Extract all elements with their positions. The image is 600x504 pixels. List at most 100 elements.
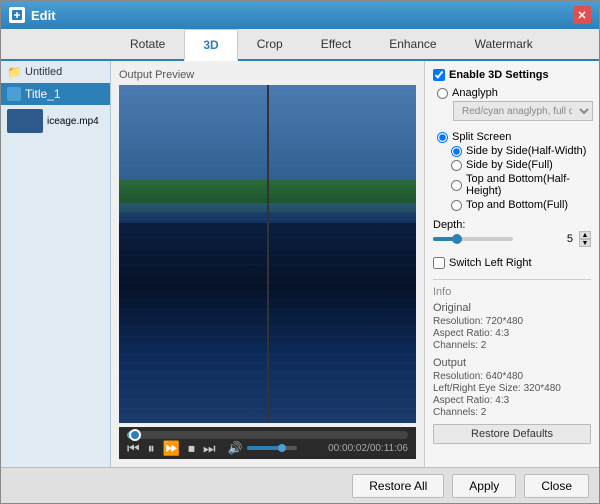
video-split [119, 85, 416, 423]
depth-slider-container [433, 231, 563, 247]
volume-icon[interactable]: 🔊 [228, 442, 243, 454]
original-label: Original [433, 302, 591, 314]
folder-icon: 📁 [7, 65, 21, 79]
info-section: Info Original Resolution: 720*480 Aspect… [433, 279, 591, 444]
restore-all-button[interactable]: Restore All [352, 474, 444, 498]
depth-label-text: Depth: [433, 219, 591, 231]
split-screen-section: Split Screen Side by Side(Half-Width) Si… [437, 131, 591, 213]
window-title: Edit [31, 8, 56, 23]
split-screen-label[interactable]: Split Screen [452, 131, 511, 143]
top-bottom-full-label[interactable]: Top and Bottom(Full) [466, 199, 568, 211]
depth-value: 5 [567, 233, 573, 245]
anaglyph-label[interactable]: Anaglyph [452, 87, 498, 99]
video-right-panel [269, 85, 417, 423]
sidebar-item-title1[interactable]: Title_1 [1, 83, 110, 105]
tabs-bar: Rotate 3D Crop Effect Enhance Watermark [1, 29, 599, 61]
tab-effect[interactable]: Effect [302, 29, 370, 59]
land-left [119, 180, 267, 214]
video-preview [119, 85, 416, 423]
volume-bar[interactable] [247, 446, 297, 450]
tab-rotate[interactable]: Rotate [111, 29, 184, 59]
depth-up-button[interactable]: ▲ [579, 231, 591, 239]
depth-section: Depth: 5 ▲ ▼ [433, 219, 591, 251]
apply-button[interactable]: Apply [452, 474, 516, 498]
depth-down-button[interactable]: ▼ [579, 239, 591, 247]
depth-row: 5 ▲ ▼ [433, 231, 591, 247]
volume-thumb [278, 444, 286, 452]
top-bottom-half-label[interactable]: Top and Bottom(Half-Height) [466, 173, 591, 197]
fast-forward-button[interactable]: ⏩ [163, 441, 180, 455]
horizon-left [119, 203, 267, 223]
progress-thumb [129, 429, 141, 441]
volume-fill [247, 446, 282, 450]
top-bottom-half-row: Top and Bottom(Half-Height) [451, 173, 591, 197]
sky-right [269, 85, 417, 203]
tab-watermark[interactable]: Watermark [456, 29, 552, 59]
output-resolution: Resolution: 640*480 [433, 371, 591, 382]
depth-thumb [452, 234, 462, 244]
ocean-background-left [119, 85, 267, 423]
stop-button[interactable]: ⏹ [188, 441, 195, 455]
close-window-button[interactable]: ✕ [573, 6, 591, 24]
anaglyph-radio[interactable] [437, 88, 448, 99]
tab-3d[interactable]: 3D [184, 29, 237, 61]
top-bottom-full-radio[interactable] [451, 200, 462, 211]
original-info-group: Original Resolution: 720*480 Aspect Rati… [433, 302, 591, 351]
side-by-side-full-radio[interactable] [451, 160, 462, 171]
preview-label: Output Preview [119, 69, 416, 81]
split-options: Side by Side(Half-Width) Side by Side(Fu… [451, 145, 591, 211]
top-bottom-half-radio[interactable] [451, 180, 462, 191]
sidebar-item-file[interactable]: iceage.mp4 [1, 105, 110, 137]
bottom-bar: Restore All Apply Close [1, 467, 599, 503]
video-controls: ⏮ ⏸ ⏩ ⏹ ⏭ 🔊 00:00:02/00:11:06 [119, 427, 416, 459]
app-icon [9, 7, 25, 23]
side-by-side-full-label[interactable]: Side by Side(Full) [466, 159, 553, 171]
restore-defaults-button[interactable]: Restore Defaults [433, 424, 591, 444]
enable-3d-row: Enable 3D Settings [433, 69, 591, 81]
info-title: Info [433, 286, 591, 298]
output-label: Output [433, 357, 591, 369]
sidebar-untitled: 📁 Untitled [1, 61, 110, 83]
skip-end-button[interactable]: ⏭ [203, 441, 216, 455]
split-screen-radio-row: Split Screen [437, 131, 591, 143]
side-half-row: Side by Side(Half-Width) [451, 145, 591, 157]
side-by-side-half-radio[interactable] [451, 146, 462, 157]
controls-row: ⏮ ⏸ ⏩ ⏹ ⏭ 🔊 00:00:02/00:11:06 [127, 441, 408, 455]
ocean-background-right [269, 85, 417, 423]
anaglyph-radio-row: Anaglyph [437, 87, 591, 99]
progress-bar[interactable] [127, 431, 408, 439]
title1-label: Title_1 [25, 87, 61, 101]
main-panel: Output Preview [111, 61, 424, 467]
anaglyph-select[interactable]: Red/cyan anaglyph, full color [453, 101, 593, 121]
switch-lr-row: Switch Left Right [433, 257, 591, 269]
tab-crop[interactable]: Crop [238, 29, 302, 59]
depth-slider[interactable] [433, 237, 513, 241]
sidebar: 📁 Untitled Title_1 iceage.mp4 [1, 61, 111, 467]
rewind-button[interactable]: ⏮ [127, 441, 140, 455]
time-display: 00:00:02/00:11:06 [328, 443, 408, 454]
output-channels: Channels: 2 [433, 407, 591, 418]
output-info-group: Output Resolution: 640*480 Left/Right Ey… [433, 357, 591, 418]
side-full-row: Side by Side(Full) [451, 159, 591, 171]
untitled-label: Untitled [25, 66, 62, 78]
video-left-panel [119, 85, 269, 423]
switch-lr-label[interactable]: Switch Left Right [449, 257, 532, 269]
depth-spinner: ▲ ▼ [579, 231, 591, 247]
item-thumbnail [7, 109, 43, 133]
sky-left [119, 85, 267, 203]
switch-lr-checkbox[interactable] [433, 257, 445, 269]
side-by-side-half-label[interactable]: Side by Side(Half-Width) [466, 145, 586, 157]
tab-enhance[interactable]: Enhance [370, 29, 455, 59]
split-screen-radio[interactable] [437, 132, 448, 143]
enable-3d-checkbox[interactable] [433, 69, 445, 81]
volume-area: 🔊 [228, 442, 297, 454]
anaglyph-section: Anaglyph Red/cyan anaglyph, full color [437, 87, 591, 125]
anaglyph-dropdown-row: Red/cyan anaglyph, full color [453, 101, 591, 121]
enable-3d-label[interactable]: Enable 3D Settings [449, 69, 549, 81]
edit-window: Edit ✕ Rotate 3D Crop Effect Enhance Wat… [0, 0, 600, 504]
horizon-right [269, 203, 417, 223]
close-button[interactable]: Close [524, 474, 589, 498]
file-label: iceage.mp4 [47, 116, 99, 127]
item-icon [7, 87, 21, 101]
play-pause-button[interactable]: ⏸ [148, 441, 155, 455]
